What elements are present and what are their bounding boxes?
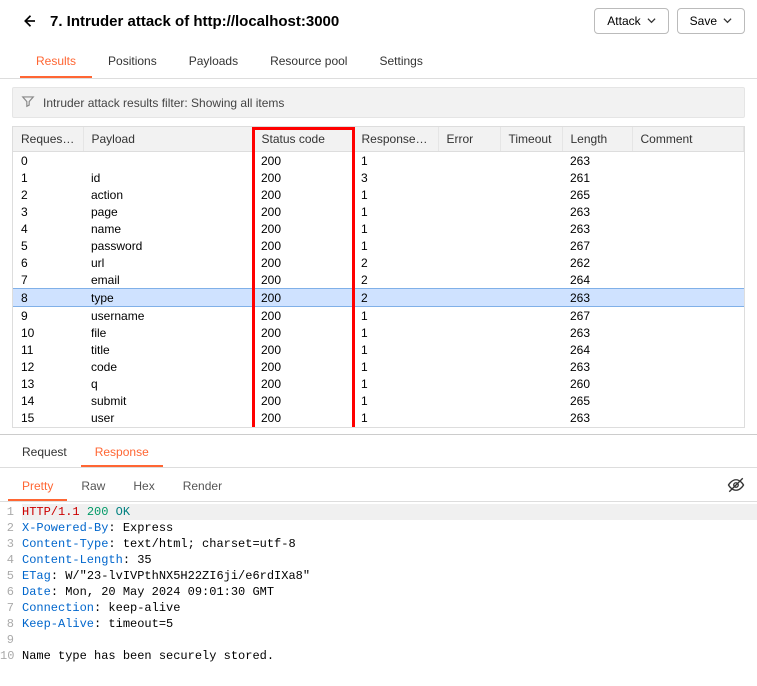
results-table: Request ∧ Payload Status code Response r… — [13, 127, 744, 426]
table-row[interactable]: 11title2001264 — [13, 341, 744, 358]
table-row[interactable]: 10file2001263 — [13, 324, 744, 341]
tab-pretty[interactable]: Pretty — [8, 473, 67, 501]
table-row[interactable]: 14submit2001265 — [13, 392, 744, 409]
tab-render[interactable]: Render — [169, 473, 236, 501]
chevron-down-icon — [647, 14, 656, 28]
col-comment[interactable]: Comment — [632, 127, 744, 152]
toggle-hidden-icon[interactable] — [723, 472, 749, 501]
table-row[interactable]: 7email2002264 — [13, 271, 744, 289]
results-table-container: Request ∧ Payload Status code Response r… — [12, 126, 745, 428]
main-tabs: Results Positions Payloads Resource pool… — [0, 46, 757, 79]
tab-resource-pool[interactable]: Resource pool — [254, 46, 363, 78]
back-button[interactable] — [20, 12, 38, 30]
tab-raw[interactable]: Raw — [67, 473, 119, 501]
attack-button-label: Attack — [607, 14, 640, 28]
tab-positions[interactable]: Positions — [92, 46, 173, 78]
table-row[interactable]: 3page2001263 — [13, 203, 744, 220]
line-gutter: 12345678910 — [0, 504, 18, 664]
col-request[interactable]: Request ∧ — [13, 127, 83, 152]
page-title: 7. Intruder attack of http://localhost:3… — [50, 13, 594, 30]
chevron-down-icon — [723, 14, 732, 28]
col-error[interactable]: Error — [438, 127, 500, 152]
attack-button[interactable]: Attack — [594, 8, 668, 34]
response-editor[interactable]: 12345678910 HTTP/1.1 200 OKX-Powered-By:… — [0, 502, 757, 664]
col-payload[interactable]: Payload — [83, 127, 253, 152]
col-timeout[interactable]: Timeout — [500, 127, 562, 152]
table-row[interactable]: 12code2001263 — [13, 358, 744, 375]
table-row[interactable]: 15user2001263 — [13, 409, 744, 426]
tab-hex[interactable]: Hex — [119, 473, 168, 501]
table-row[interactable]: 9username2001267 — [13, 307, 744, 325]
table-row[interactable]: 5password2001267 — [13, 237, 744, 254]
table-row[interactable]: 13q2001260 — [13, 375, 744, 392]
tab-response[interactable]: Response — [81, 439, 163, 467]
table-row[interactable]: 02001263 — [13, 152, 744, 170]
tab-settings[interactable]: Settings — [363, 46, 438, 78]
filter-icon — [21, 94, 35, 111]
table-row[interactable]: 2action2001265 — [13, 186, 744, 203]
save-button-label: Save — [690, 14, 717, 28]
filter-text: Intruder attack results filter: Showing … — [43, 96, 284, 110]
tab-results[interactable]: Results — [20, 46, 92, 78]
filter-bar[interactable]: Intruder attack results filter: Showing … — [12, 87, 745, 118]
table-row[interactable]: 4name2001263 — [13, 220, 744, 237]
table-row[interactable]: 6url2002262 — [13, 254, 744, 271]
table-row[interactable]: 1id2003261 — [13, 169, 744, 186]
col-status[interactable]: Status code — [253, 127, 353, 152]
req-resp-tabs: Request Response — [0, 434, 757, 468]
tab-payloads[interactable]: Payloads — [173, 46, 254, 78]
response-body: HTTP/1.1 200 OKX-Powered-By: ExpressCont… — [18, 504, 757, 664]
save-button[interactable]: Save — [677, 8, 745, 34]
table-row[interactable]: 8type2002263 — [13, 289, 744, 307]
col-response[interactable]: Response re... — [353, 127, 438, 152]
view-mode-tabs: Pretty Raw Hex Render — [8, 473, 723, 501]
tab-request[interactable]: Request — [8, 439, 81, 467]
col-length[interactable]: Length — [562, 127, 632, 152]
